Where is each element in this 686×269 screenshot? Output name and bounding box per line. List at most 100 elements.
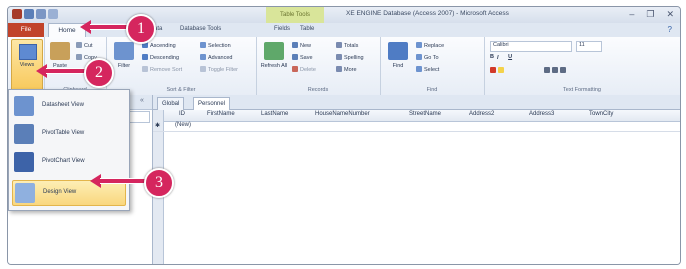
find-label: Find xyxy=(392,63,404,69)
menu-item-label: PivotChart View xyxy=(42,158,85,164)
replace-button[interactable]: Replace xyxy=(416,42,444,49)
new-record-row[interactable]: ✱ (New) xyxy=(153,121,680,132)
access-window: Table Tools XE ENGINE Database (Access 2… xyxy=(7,6,681,265)
column-header-towncity[interactable]: TownCity xyxy=(589,111,613,117)
toggle-filter-icon xyxy=(200,66,206,72)
column-header-lastname[interactable]: LastName xyxy=(261,111,288,117)
undo-icon[interactable] xyxy=(36,9,46,19)
more-icon xyxy=(336,66,342,72)
remove-sort-icon xyxy=(142,66,148,72)
help-icon[interactable]: ? xyxy=(668,25,672,34)
design-view-icon xyxy=(15,183,35,203)
align-right-icon xyxy=(560,67,566,73)
tab-table[interactable]: Table xyxy=(300,26,314,32)
callout-number: 2 xyxy=(84,58,114,88)
refresh-icon xyxy=(264,42,284,60)
select-button[interactable]: Select xyxy=(416,66,439,73)
totals-icon xyxy=(336,42,342,48)
save-record-button[interactable]: Save xyxy=(292,54,313,61)
tab-database-tools[interactable]: Database Tools xyxy=(180,26,221,32)
align-center-icon xyxy=(552,67,558,73)
menu-item-label: Datasheet View xyxy=(42,102,84,108)
title-bar: Table Tools XE ENGINE Database (Access 2… xyxy=(8,7,680,23)
context-tab-table-tools: Table Tools xyxy=(266,7,324,23)
save-icon[interactable] xyxy=(24,9,34,19)
find-button[interactable]: Find xyxy=(384,40,412,76)
advanced-button[interactable]: Advanced xyxy=(200,54,232,61)
access-logo-icon xyxy=(12,9,22,19)
refresh-label: Refresh All xyxy=(260,63,288,69)
toggle-filter-button[interactable]: Toggle Filter xyxy=(200,66,238,73)
filter-label: Filter xyxy=(117,63,131,69)
pivottable-view-icon xyxy=(14,124,34,144)
column-header-id[interactable]: ID xyxy=(179,111,185,117)
window-title: XE ENGINE Database (Access 2007) - Micro… xyxy=(346,10,509,17)
redo-icon[interactable] xyxy=(48,9,58,19)
menu-item-pivottable-view[interactable]: PivotTable View xyxy=(12,122,124,146)
tab-global-table[interactable]: Global xyxy=(157,97,185,110)
close-button[interactable]: ✕ xyxy=(666,9,674,20)
goto-icon xyxy=(416,54,422,60)
column-header-address3[interactable]: Address3 xyxy=(529,111,554,117)
font-color-icon xyxy=(490,67,496,73)
collapse-nav-button[interactable]: « xyxy=(140,97,144,104)
descending-button[interactable]: Descending xyxy=(142,54,179,61)
binoculars-icon xyxy=(388,42,408,60)
pivotchart-view-icon xyxy=(14,152,34,172)
menu-item-pivotchart-view[interactable]: PivotChart View xyxy=(12,150,124,174)
goto-button[interactable]: Go To xyxy=(416,54,439,61)
column-header-housenamenumber[interactable]: HouseNameNumber xyxy=(315,111,370,117)
column-header-address2[interactable]: Address2 xyxy=(469,111,494,117)
cut-icon xyxy=(76,42,82,48)
group-records: Refresh All New Save Delete Totals Spell… xyxy=(256,37,381,95)
sort-descending-icon xyxy=(142,54,148,60)
selection-icon xyxy=(200,42,206,48)
totals-button[interactable]: Totals xyxy=(336,42,358,49)
callout-number: 3 xyxy=(144,168,174,198)
callout-arrow xyxy=(90,24,130,30)
spelling-icon xyxy=(336,54,342,60)
paste-icon xyxy=(50,42,70,60)
tab-file[interactable]: File xyxy=(8,23,44,37)
ascending-button[interactable]: Ascending xyxy=(142,42,176,49)
delete-record-button[interactable]: Delete xyxy=(292,66,316,73)
align-left-icon xyxy=(544,67,550,73)
column-header-firstname[interactable]: FirstName xyxy=(207,111,235,117)
column-header-streetname[interactable]: StreetName xyxy=(409,111,441,117)
group-find: Find Replace Go To Select Find xyxy=(380,37,485,95)
maximize-button[interactable]: ❐ xyxy=(646,9,654,20)
group-label-find: Find xyxy=(426,87,438,93)
remove-sort-button[interactable]: Remove Sort xyxy=(142,66,182,73)
delete-icon xyxy=(292,66,298,72)
spelling-button[interactable]: Spelling xyxy=(336,54,364,61)
group-label-records: Records xyxy=(307,87,329,93)
view-icon xyxy=(19,44,37,60)
filter-icon xyxy=(114,42,134,60)
bold-button[interactable]: B I U xyxy=(490,54,512,61)
callout-arrow xyxy=(46,68,86,74)
highlight-icon xyxy=(498,67,504,73)
tab-fields[interactable]: Fields xyxy=(274,26,290,32)
cut-button[interactable]: Cut xyxy=(76,42,93,49)
menu-item-datasheet-view[interactable]: Datasheet View xyxy=(12,94,124,118)
minimize-button[interactable]: – xyxy=(629,9,634,20)
align-buttons[interactable] xyxy=(544,67,568,74)
tab-personnel-table[interactable]: Personnel xyxy=(193,97,231,110)
font-select[interactable]: Calibri xyxy=(490,41,572,52)
group-text-formatting: Calibri 11 B I U Text Formatting xyxy=(484,37,680,95)
font-color-button[interactable] xyxy=(490,67,506,74)
menu-item-label: PivotTable View xyxy=(42,130,85,136)
new-record-id: (New) xyxy=(175,122,191,128)
callout-arrow xyxy=(100,178,148,184)
nav-search-input[interactable] xyxy=(128,111,150,123)
new-record-marker-icon: ✱ xyxy=(155,123,161,129)
quick-access-toolbar xyxy=(12,9,58,19)
new-record-button[interactable]: New xyxy=(292,42,311,49)
datasheet-area: Global Personnel ID FirstName LastName H… xyxy=(153,95,680,264)
new-record-icon xyxy=(292,42,298,48)
selection-button[interactable]: Selection xyxy=(200,42,231,49)
refresh-all-button[interactable]: Refresh All xyxy=(260,40,288,76)
font-size-select[interactable]: 11 xyxy=(576,41,602,52)
filter-button[interactable]: Filter xyxy=(110,40,138,76)
more-button[interactable]: More xyxy=(336,66,357,73)
